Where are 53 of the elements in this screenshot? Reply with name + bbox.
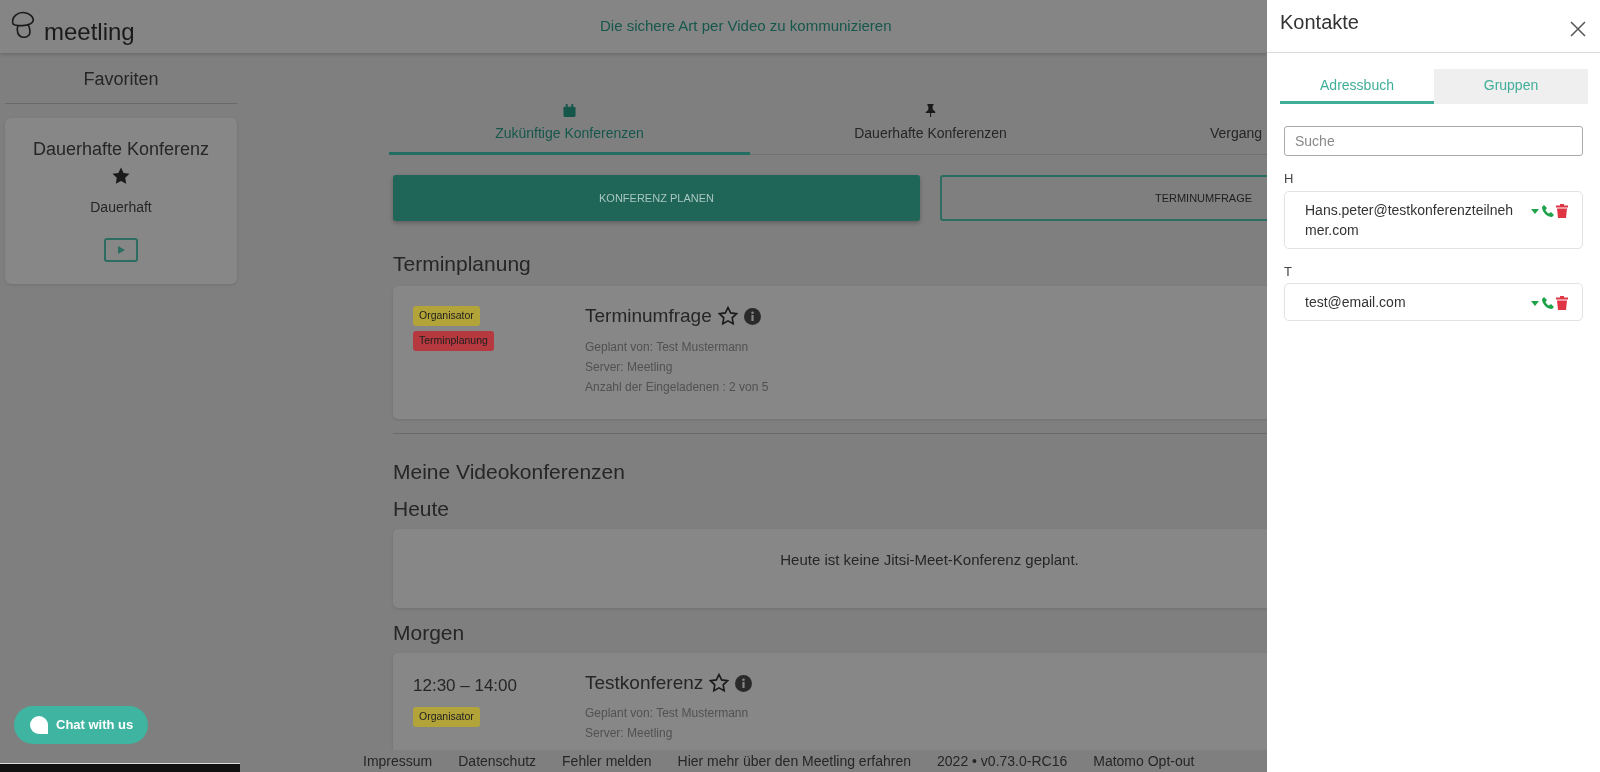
tagline: Die sichere Art per Video zu kommunizieren [600, 16, 892, 37]
star-outline-icon[interactable] [717, 306, 738, 327]
pin-icon [925, 104, 936, 117]
close-icon [1570, 20, 1586, 37]
search-field[interactable]: Suche [1284, 126, 1583, 156]
group-letter: T [1284, 262, 1293, 281]
footer-link[interactable]: Matomo Opt-out [1093, 750, 1195, 772]
footer-link[interactable]: Hier mehr über den Meetling erfahren [677, 750, 912, 772]
tag: Organisator [413, 707, 480, 727]
phone-icon[interactable] [1541, 296, 1555, 310]
play-icon [116, 245, 126, 255]
chat-bubble-icon [29, 715, 49, 735]
contact-email: test@email.com [1305, 293, 1407, 312]
trash-icon[interactable] [1556, 203, 1568, 218]
conference-title: Terminumfrage [585, 304, 712, 329]
panel-title: Kontakte [1280, 10, 1359, 34]
time-range: 12:30 – 14:00 [413, 674, 518, 697]
poll-button[interactable]: TERMINUMFRAGE [940, 175, 1267, 221]
section-heading: Meine Videokonferenzen [392, 458, 626, 484]
tab[interactable]: Zukünftige Konferenzen [389, 103, 750, 155]
chat-button[interactable]: Chat with us [14, 706, 149, 744]
favorite-title: Dauerhafte Konferenz [31, 138, 211, 161]
trash-icon[interactable] [1556, 296, 1568, 310]
plan-button[interactable]: KONFERENZ PLANEN [393, 175, 920, 221]
footer-link[interactable]: Datenschutz [458, 750, 537, 772]
day-heading: Morgen [392, 619, 466, 645]
tag: Terminplanung [413, 330, 494, 351]
calendar-icon [563, 104, 576, 117]
conference-title: Testkonferenz [585, 670, 704, 695]
star-outline-icon[interactable] [709, 673, 730, 693]
section-heading: Terminplanung [392, 251, 532, 277]
logo[interactable]: meetling [0, 9, 300, 44]
tab[interactable]: Vergang [1111, 103, 1267, 155]
footer-link[interactable]: 2022 • v0.73.0-RC16 [937, 750, 1068, 772]
logo-text: meetling [44, 19, 135, 44]
group-letter: H [1284, 170, 1295, 188]
footer-link[interactable]: Fehler melden [562, 750, 652, 772]
caret-icon[interactable] [1530, 299, 1540, 307]
empty-message: Heute ist keine Jitsi-Meet-Konferenz geplant. [780, 550, 1079, 571]
tab[interactable]: Gruppen [1434, 69, 1588, 104]
tab[interactable]: Dauerhafte Konferenzen [750, 103, 1111, 155]
footer-link[interactable]: Impressum [363, 750, 433, 772]
phone-icon[interactable] [1541, 203, 1555, 218]
day-heading: Heute [392, 495, 451, 522]
contact-row[interactable]: test@email.com [1284, 283, 1583, 321]
contact-row[interactable]: Hans.peter@testkonferenzteilnehmer.com [1284, 190, 1583, 249]
info-icon [743, 307, 761, 325]
contact-email: Hans.peter@testkonferenzteilnehmer.com [1305, 200, 1514, 240]
favorite-type: Dauerhaft [89, 198, 153, 217]
tag: Organisator [413, 306, 480, 326]
sidebar-title: Favoriten [5, 53, 237, 104]
info-icon [735, 674, 753, 692]
caret-icon[interactable] [1530, 206, 1540, 215]
